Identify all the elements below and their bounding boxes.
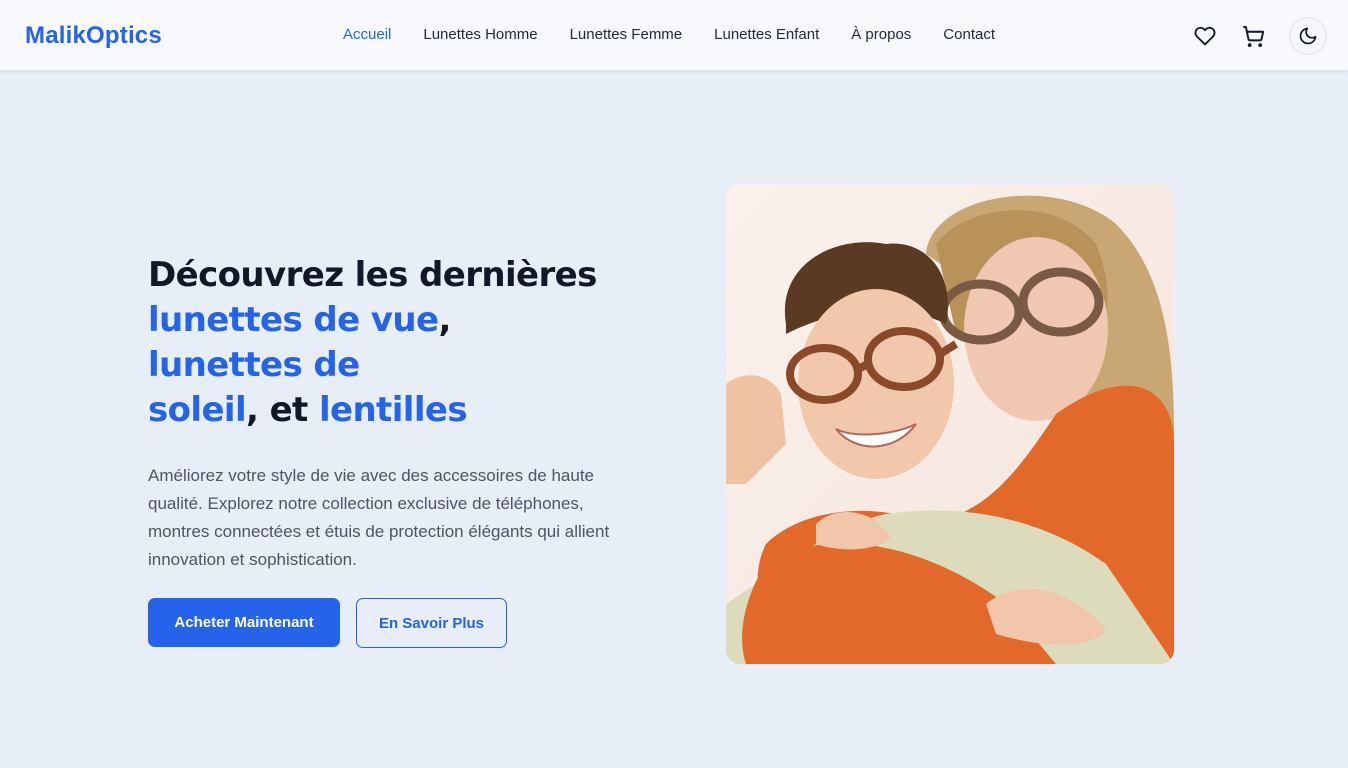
headline-comma: , bbox=[438, 300, 451, 340]
couple-with-glasses-photo bbox=[726, 184, 1174, 664]
hero-image bbox=[726, 184, 1174, 664]
nav-item-lunettes-femme[interactable]: Lunettes Femme bbox=[570, 26, 683, 43]
headline-lentilles: lentilles bbox=[318, 390, 468, 430]
nav-item-lunettes-homme[interactable]: Lunettes Homme bbox=[423, 26, 537, 43]
wishlist-button[interactable] bbox=[1186, 17, 1224, 55]
nav-item-contact[interactable]: Contact bbox=[943, 26, 995, 43]
buy-now-button[interactable]: Acheter Maintenant bbox=[148, 598, 340, 647]
heart-icon bbox=[1194, 26, 1216, 46]
cart-icon bbox=[1242, 25, 1264, 47]
site-header: MalikOptics Accueil Lunettes Homme Lunet… bbox=[0, 0, 1348, 71]
nav-item-lunettes-enfant[interactable]: Lunettes Enfant bbox=[714, 26, 819, 43]
hero-section: Découvrez les dernières lunettes de vue,… bbox=[148, 253, 688, 648]
brand-logo[interactable]: MalikOptics bbox=[25, 22, 162, 50]
hero-buttons: Acheter Maintenant En Savoir Plus bbox=[148, 598, 688, 648]
main-nav: Accueil Lunettes Homme Lunettes Femme Lu… bbox=[343, 26, 1027, 43]
headline-connector: , et bbox=[246, 390, 319, 430]
nav-item-a-propos[interactable]: À propos bbox=[851, 26, 911, 43]
headline-lunettes-de-vue: lunettes de vue bbox=[148, 300, 439, 340]
hero-description: Améliorez votre style de vie avec des ac… bbox=[148, 466, 610, 569]
nav-item-accueil[interactable]: Accueil bbox=[343, 26, 391, 43]
hero-headline: Découvrez les dernières lunettes de vue,… bbox=[148, 253, 688, 433]
learn-more-button[interactable]: En Savoir Plus bbox=[356, 598, 507, 648]
moon-icon bbox=[1299, 27, 1317, 45]
cart-button[interactable] bbox=[1234, 17, 1272, 55]
headline-line1: Découvrez les dernières bbox=[148, 255, 597, 295]
theme-toggle-button[interactable] bbox=[1289, 17, 1327, 55]
